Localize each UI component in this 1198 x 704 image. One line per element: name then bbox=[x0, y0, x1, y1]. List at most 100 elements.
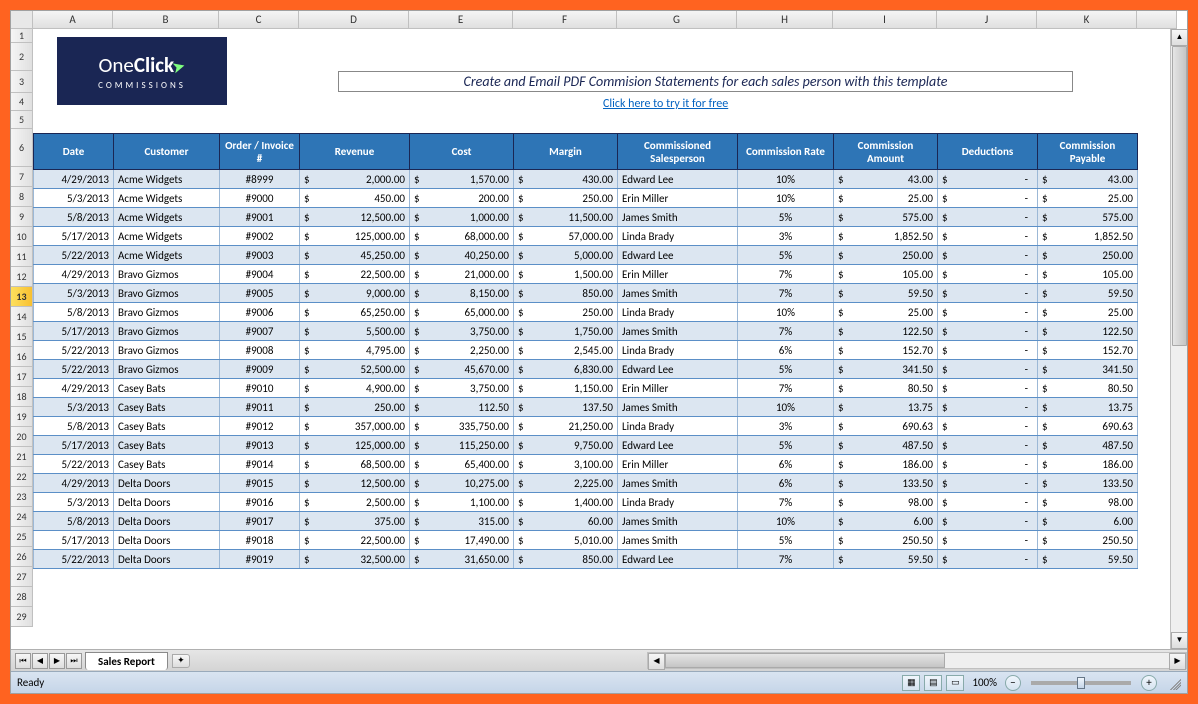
cell-deductions[interactable]: $- bbox=[938, 322, 1038, 341]
table-row[interactable]: 4/29/2013Casey Bats#9010$4,900.00$3,750.… bbox=[34, 379, 1138, 398]
row-header-16[interactable]: 16 bbox=[11, 347, 33, 367]
cell-margin[interactable]: $137.50 bbox=[514, 398, 618, 417]
cell-deductions[interactable]: $- bbox=[938, 531, 1038, 550]
cell-cost[interactable]: $45,670.00 bbox=[410, 360, 514, 379]
cell-salesperson[interactable]: James Smith bbox=[618, 474, 738, 493]
cell-date[interactable]: 4/29/2013 bbox=[34, 265, 114, 284]
table-row[interactable]: 4/29/2013Bravo Gizmos#9004$22,500.00$21,… bbox=[34, 265, 1138, 284]
cell-amount[interactable]: $59.50 bbox=[834, 550, 938, 569]
cell-margin[interactable]: $2,545.00 bbox=[514, 341, 618, 360]
cell-rate[interactable]: 10% bbox=[738, 189, 834, 208]
cell-amount[interactable]: $250.00 bbox=[834, 246, 938, 265]
cell-order[interactable]: #9010 bbox=[220, 379, 300, 398]
cell-order[interactable]: #9014 bbox=[220, 455, 300, 474]
cell-deductions[interactable]: $- bbox=[938, 227, 1038, 246]
cell-order[interactable]: #9018 bbox=[220, 531, 300, 550]
cell-date[interactable]: 5/17/2013 bbox=[34, 531, 114, 550]
cell-order[interactable]: #9012 bbox=[220, 417, 300, 436]
cell-deductions[interactable]: $- bbox=[938, 265, 1038, 284]
col-header-I[interactable]: I bbox=[833, 11, 937, 29]
select-all-corner[interactable] bbox=[11, 11, 33, 29]
cell-deductions[interactable]: $- bbox=[938, 493, 1038, 512]
table-row[interactable]: 5/22/2013Casey Bats#9014$68,500.00$65,40… bbox=[34, 455, 1138, 474]
cell-deductions[interactable]: $- bbox=[938, 208, 1038, 227]
col-header-D[interactable]: D bbox=[299, 11, 409, 29]
cell-customer[interactable]: Bravo Gizmos bbox=[114, 303, 220, 322]
cell-amount[interactable]: $105.00 bbox=[834, 265, 938, 284]
cell-order[interactable]: #9011 bbox=[220, 398, 300, 417]
cell-amount[interactable]: $80.50 bbox=[834, 379, 938, 398]
cell-rate[interactable]: 7% bbox=[738, 379, 834, 398]
col-header-F[interactable]: F bbox=[513, 11, 617, 29]
cell-payable[interactable]: $133.50 bbox=[1038, 474, 1138, 493]
cell-rate[interactable]: 6% bbox=[738, 341, 834, 360]
cell-order[interactable]: #9017 bbox=[220, 512, 300, 531]
cell-cost[interactable]: $8,150.00 bbox=[410, 284, 514, 303]
cell-revenue[interactable]: $22,500.00 bbox=[300, 265, 410, 284]
cell-salesperson[interactable]: Edward Lee bbox=[618, 170, 738, 189]
row-header-23[interactable]: 23 bbox=[11, 487, 33, 507]
cell-cost[interactable]: $335,750.00 bbox=[410, 417, 514, 436]
col-header-cell[interactable]: Deductions bbox=[938, 134, 1038, 170]
cell-amount[interactable]: $98.00 bbox=[834, 493, 938, 512]
table-row[interactable]: 5/3/2013Delta Doors#9016$2,500.00$1,100.… bbox=[34, 493, 1138, 512]
cell-rate[interactable]: 7% bbox=[738, 550, 834, 569]
row-header-2[interactable]: 2 bbox=[11, 43, 33, 71]
cell-customer[interactable]: Delta Doors bbox=[114, 550, 220, 569]
cell-rate[interactable]: 7% bbox=[738, 265, 834, 284]
cells-area[interactable]: OneClick➤ COMMISSIONS Create and Email P… bbox=[33, 29, 1170, 649]
cell-date[interactable]: 5/3/2013 bbox=[34, 189, 114, 208]
cell-amount[interactable]: $59.50 bbox=[834, 284, 938, 303]
col-header-cell[interactable]: Revenue bbox=[300, 134, 410, 170]
cell-deductions[interactable]: $- bbox=[938, 398, 1038, 417]
cell-amount[interactable]: $575.00 bbox=[834, 208, 938, 227]
cell-deductions[interactable]: $- bbox=[938, 550, 1038, 569]
cell-customer[interactable]: Bravo Gizmos bbox=[114, 265, 220, 284]
cell-margin[interactable]: $21,250.00 bbox=[514, 417, 618, 436]
cell-order[interactable]: #9000 bbox=[220, 189, 300, 208]
cell-payable[interactable]: $13.75 bbox=[1038, 398, 1138, 417]
row-header-28[interactable]: 28 bbox=[11, 587, 33, 607]
resize-grip-icon[interactable] bbox=[1167, 676, 1181, 690]
cell-payable[interactable]: $186.00 bbox=[1038, 455, 1138, 474]
cell-salesperson[interactable]: James Smith bbox=[618, 322, 738, 341]
table-row[interactable]: 5/3/2013Bravo Gizmos#9005$9,000.00$8,150… bbox=[34, 284, 1138, 303]
hscroll-thumb[interactable] bbox=[665, 653, 945, 668]
cell-salesperson[interactable]: James Smith bbox=[618, 208, 738, 227]
cell-margin[interactable]: $250.00 bbox=[514, 303, 618, 322]
cell-amount[interactable]: $122.50 bbox=[834, 322, 938, 341]
cell-date[interactable]: 5/22/2013 bbox=[34, 341, 114, 360]
cell-customer[interactable]: Casey Bats bbox=[114, 398, 220, 417]
col-header-cell[interactable]: Date bbox=[34, 134, 114, 170]
cell-customer[interactable]: Delta Doors bbox=[114, 493, 220, 512]
zoom-out-button[interactable]: − bbox=[1005, 675, 1021, 691]
col-header-C[interactable]: C bbox=[219, 11, 299, 29]
vertical-scrollbar[interactable]: ▲ ▼ bbox=[1170, 29, 1187, 649]
cell-cost[interactable]: $112.50 bbox=[410, 398, 514, 417]
cell-cost[interactable]: $68,000.00 bbox=[410, 227, 514, 246]
cell-order[interactable]: #9016 bbox=[220, 493, 300, 512]
cell-salesperson[interactable]: Edward Lee bbox=[618, 360, 738, 379]
cell-payable[interactable]: $690.63 bbox=[1038, 417, 1138, 436]
cell-cost[interactable]: $3,750.00 bbox=[410, 379, 514, 398]
cell-margin[interactable]: $2,225.00 bbox=[514, 474, 618, 493]
cell-payable[interactable]: $105.00 bbox=[1038, 265, 1138, 284]
cell-payable[interactable]: $6.00 bbox=[1038, 512, 1138, 531]
scroll-right-icon[interactable]: ▶ bbox=[1169, 653, 1186, 670]
cell-salesperson[interactable]: Erin Miller bbox=[618, 455, 738, 474]
cell-revenue[interactable]: $45,250.00 bbox=[300, 246, 410, 265]
cell-date[interactable]: 5/17/2013 bbox=[34, 322, 114, 341]
cell-salesperson[interactable]: James Smith bbox=[618, 284, 738, 303]
cell-payable[interactable]: $250.00 bbox=[1038, 246, 1138, 265]
cell-order[interactable]: #9013 bbox=[220, 436, 300, 455]
col-header-K[interactable]: K bbox=[1037, 11, 1137, 29]
cell-margin[interactable]: $1,400.00 bbox=[514, 493, 618, 512]
row-header-11[interactable]: 11 bbox=[11, 247, 33, 267]
cell-rate[interactable]: 6% bbox=[738, 455, 834, 474]
row-header-24[interactable]: 24 bbox=[11, 507, 33, 527]
cell-rate[interactable]: 7% bbox=[738, 322, 834, 341]
tab-next-icon[interactable]: ▶ bbox=[49, 653, 65, 669]
row-header-6[interactable]: 6 bbox=[11, 129, 33, 167]
table-row[interactable]: 4/29/2013Delta Doors#9015$12,500.00$10,2… bbox=[34, 474, 1138, 493]
cell-margin[interactable]: $3,100.00 bbox=[514, 455, 618, 474]
